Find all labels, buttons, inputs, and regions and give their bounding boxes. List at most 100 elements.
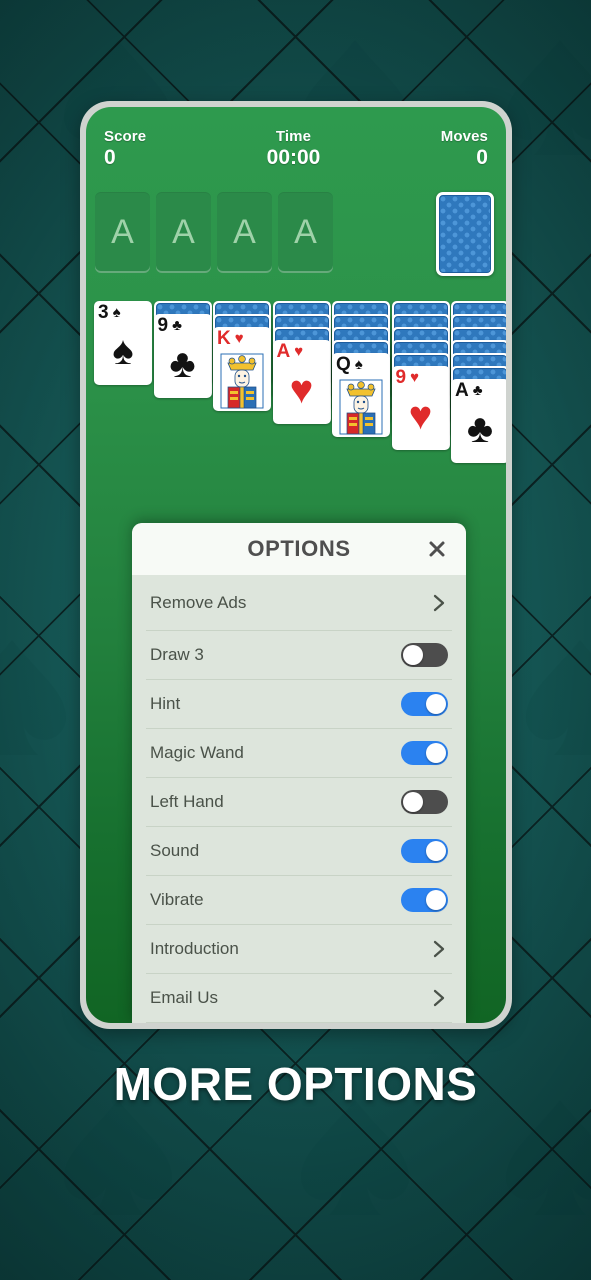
- time-block: Time 00:00: [266, 128, 321, 169]
- card-corner: 9 ♣: [158, 316, 182, 335]
- option-row-sound[interactable]: Sound: [146, 827, 452, 876]
- option-row-email-us[interactable]: Email Us: [146, 974, 452, 1023]
- foundation-placeholder-label: A: [233, 213, 256, 251]
- card-rank: 3: [98, 302, 109, 323]
- chevron-right-icon[interactable]: [430, 940, 448, 958]
- chevron-right-icon[interactable]: [430, 594, 448, 612]
- foundation-placeholder-label: A: [172, 213, 195, 251]
- card-suit-heart-icon: ♥: [410, 369, 419, 386]
- option-label: Remove Ads: [150, 592, 247, 612]
- card-back-pattern: [439, 195, 491, 273]
- game-hud: Score 0 Time 00:00 Moves 0: [86, 107, 506, 179]
- card-rank: K: [217, 328, 231, 349]
- option-row-magic-wand[interactable]: Magic Wand: [146, 729, 452, 778]
- card-suit-large-club-icon: ♣: [466, 407, 494, 451]
- card-corner: K ♥: [217, 329, 244, 348]
- foundation-slot-3[interactable]: A: [217, 192, 272, 273]
- face-up-card-A-heart[interactable]: A ♥ ♥: [272, 340, 331, 424]
- court-card-art: [339, 379, 383, 435]
- close-icon-glyph: [429, 541, 445, 557]
- option-label: Magic Wand: [150, 743, 244, 762]
- option-label: Hint: [150, 694, 181, 713]
- time-value: 00:00: [266, 145, 321, 169]
- court-card-art: [220, 353, 264, 409]
- foundation-piles: AAAA: [95, 192, 333, 273]
- option-label: Left Hand: [150, 792, 224, 811]
- card-corner: A ♣: [455, 381, 483, 400]
- toggle-knob: [426, 694, 446, 714]
- foundation-placeholder-label: A: [111, 213, 134, 251]
- foundation-slot-2[interactable]: A: [156, 192, 211, 273]
- close-icon[interactable]: [424, 536, 450, 562]
- options-dialog-header: OPTIONS: [132, 523, 466, 575]
- stock-pile[interactable]: [436, 192, 494, 276]
- toggle-switch-draw-3[interactable]: [401, 643, 448, 667]
- toggle-knob: [403, 645, 423, 665]
- card-rank: 9: [157, 315, 169, 336]
- card-suit-large-spade-icon: ♠: [112, 329, 134, 373]
- toggle-switch-magic-wand[interactable]: [401, 741, 448, 765]
- phone-frame: Score 0 Time 00:00 Moves 0 AAAA 3 ♠ ♠ 9 ♣ ♣ K ♥: [80, 101, 512, 1029]
- card-suit-spade-icon: ♠: [354, 356, 363, 373]
- card-corner: Q ♠: [336, 355, 363, 374]
- toggle-switch-left-hand[interactable]: [401, 790, 448, 814]
- options-dialog: OPTIONS Remove Ads Draw 3 Hint Magic Wand Le…: [132, 523, 466, 1023]
- face-up-card-A-club[interactable]: A ♣ ♣: [451, 379, 506, 463]
- face-up-card-9-club[interactable]: 9 ♣ ♣: [153, 314, 212, 398]
- option-row-introduction[interactable]: Introduction: [146, 925, 452, 974]
- time-label: Time: [275, 128, 312, 145]
- option-row-hint[interactable]: Hint: [146, 680, 452, 729]
- foundation-slot-4[interactable]: A: [278, 192, 333, 273]
- card-suit-spade-icon: ♠: [112, 304, 121, 321]
- score-value: 0: [104, 145, 116, 169]
- card-suit-large-club-icon: ♣: [169, 342, 196, 386]
- toggle-knob: [426, 890, 446, 910]
- tableau-columns: 3 ♠ ♠ 9 ♣ ♣ K ♥ A ♥ ♥ Q ♠ 9 ♥ ♥ A ♣ ♣: [94, 301, 506, 516]
- option-label: Sound: [150, 841, 200, 860]
- card-suit-heart-icon: ♥: [294, 343, 304, 360]
- option-row-remove-ads[interactable]: Remove Ads: [146, 575, 452, 631]
- foundation-slot-1[interactable]: A: [95, 192, 150, 273]
- toggle-switch-hint[interactable]: [401, 692, 448, 716]
- toggle-switch-sound[interactable]: [401, 839, 448, 863]
- options-dialog-title: OPTIONS: [247, 536, 351, 561]
- face-up-card-3-spade[interactable]: 3 ♠ ♠: [94, 301, 152, 385]
- options-list: Remove Ads Draw 3 Hint Magic Wand Left Hand S…: [132, 575, 466, 1023]
- face-up-card-K-heart[interactable]: K ♥: [213, 327, 271, 411]
- option-label: Vibrate: [150, 890, 204, 909]
- moves-label: Moves: [440, 128, 488, 145]
- option-row-left-hand[interactable]: Left Hand: [146, 778, 452, 827]
- option-row-vibrate[interactable]: Vibrate: [146, 876, 452, 925]
- moves-value: 0: [476, 145, 488, 169]
- chevron-right-icon-glyph: [433, 594, 445, 611]
- card-corner: 9 ♥: [396, 368, 419, 387]
- game-screen: Score 0 Time 00:00 Moves 0 AAAA 3 ♠ ♠ 9 ♣ ♣ K ♥: [86, 107, 506, 1023]
- option-row-draw-3[interactable]: Draw 3: [146, 631, 452, 680]
- card-rank: 9: [395, 367, 407, 388]
- score-label: Score: [104, 128, 147, 145]
- card-suit-club-icon: ♣: [472, 382, 483, 399]
- option-label: Email Us: [150, 988, 219, 1007]
- card-rank: A: [455, 380, 469, 401]
- score-block: Score 0: [104, 128, 147, 169]
- toggle-knob: [426, 841, 446, 861]
- card-rank: A: [276, 341, 291, 362]
- chevron-right-icon[interactable]: [430, 989, 448, 1007]
- card-rank: Q: [336, 354, 351, 375]
- card-corner: 3 ♠: [98, 303, 121, 322]
- toggle-knob: [403, 792, 423, 812]
- card-suit-large-heart-icon: ♥: [289, 368, 314, 412]
- moves-block: Moves 0: [440, 128, 488, 169]
- toggle-switch-vibrate[interactable]: [401, 888, 448, 912]
- card-suit-club-icon: ♣: [172, 317, 182, 334]
- chevron-right-icon-glyph: [433, 940, 445, 958]
- foundation-placeholder-label: A: [294, 213, 317, 251]
- option-label: Draw 3: [150, 645, 204, 664]
- face-up-card-9-heart[interactable]: 9 ♥ ♥: [391, 366, 450, 450]
- promo-banner-text: MORE OPTIONS: [113, 1058, 478, 1110]
- card-corner: A ♥: [277, 342, 304, 361]
- toggle-knob: [426, 743, 446, 763]
- chevron-right-icon-glyph: [433, 989, 445, 1007]
- face-up-card-Q-spade[interactable]: Q ♠: [332, 353, 390, 437]
- promo-banner: MORE OPTIONS: [0, 1029, 591, 1280]
